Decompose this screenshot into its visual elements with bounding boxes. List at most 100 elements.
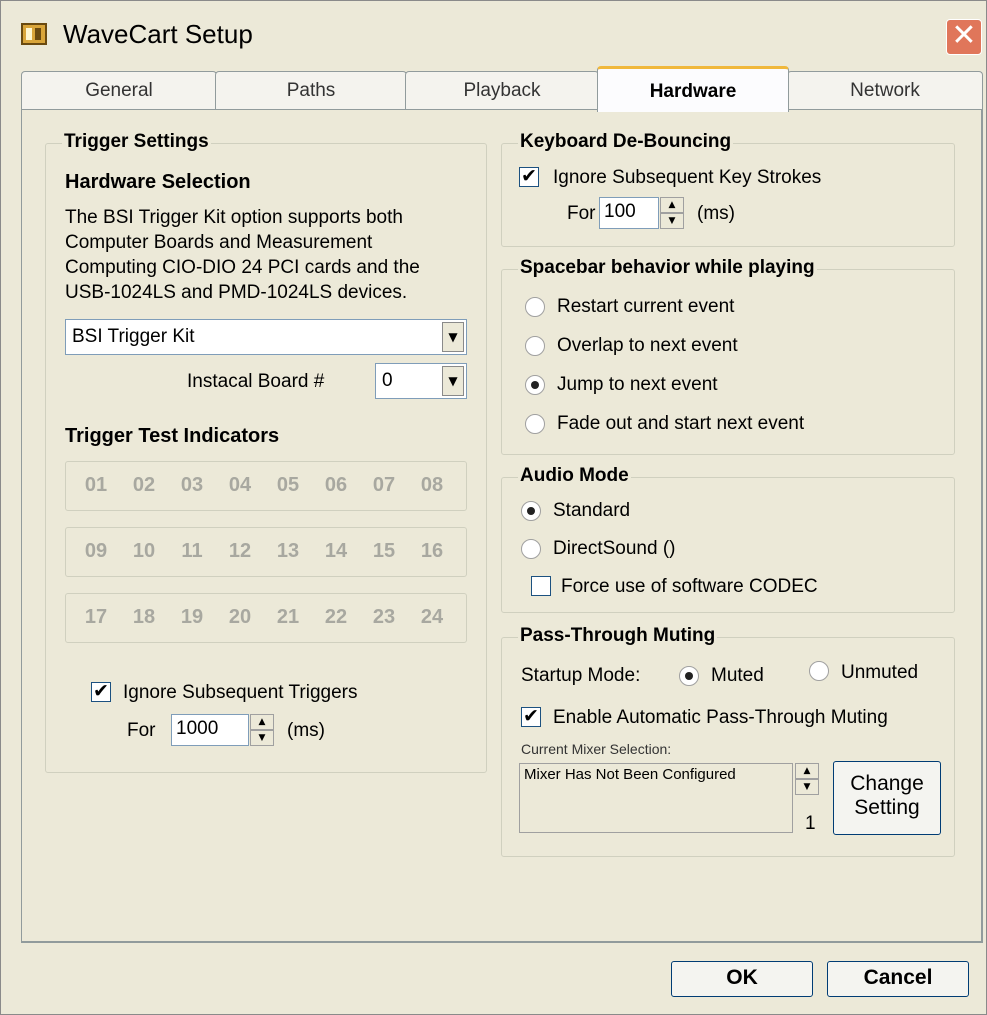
indicator-row-2: 09 10 11 12 13 14 15 16 (65, 527, 467, 577)
software-codec-label: Force use of software CODEC (561, 576, 818, 597)
window-title: WaveCart Setup (63, 19, 253, 49)
auto-muting-label: Enable Automatic Pass-Through Muting (553, 707, 888, 728)
ignore-keystrokes-label: Ignore Subsequent Key Strokes (553, 167, 822, 188)
radio-overlap-event[interactable] (525, 336, 545, 356)
board-select-value: 0 (382, 370, 393, 391)
change-setting-line1: Change (850, 772, 924, 795)
trigger-indicator: 15 (372, 540, 396, 562)
mixer-selection-field: Mixer Has Not Been Configured (519, 763, 793, 833)
auto-muting-checkbox[interactable] (521, 705, 541, 727)
app-icon (21, 23, 47, 45)
hardware-selection-heading: Hardware Selection (65, 171, 251, 193)
tab-network[interactable]: Network (787, 71, 983, 109)
trigger-indicator: 13 (276, 540, 300, 562)
trigger-indicator: 06 (324, 474, 348, 496)
trigger-settings-title: Trigger Settings (62, 131, 211, 153)
trigger-indicator: 09 (84, 540, 108, 562)
radio-muted[interactable] (679, 666, 699, 686)
hardware-select[interactable]: BSI Trigger Kit ▼ (65, 319, 467, 355)
trigger-indicator: 10 (132, 540, 156, 562)
passthrough-title: Pass-Through Muting (518, 625, 718, 647)
keystroke-duration-spinner[interactable]: ▲ ▼ (660, 197, 684, 229)
radio-restart-event[interactable] (525, 297, 545, 317)
tab-hardware[interactable]: Hardware (597, 66, 789, 112)
mixer-index: 1 (805, 813, 816, 834)
spin-down-icon[interactable]: ▼ (250, 730, 274, 746)
description-line: The BSI Trigger Kit option supports both (65, 207, 403, 228)
trigger-indicator: 04 (228, 474, 252, 496)
software-codec-checkbox[interactable] (531, 576, 551, 596)
ignore-triggers-checkbox[interactable] (91, 680, 111, 702)
cancel-button[interactable]: Cancel (827, 961, 969, 997)
keystroke-for-label: For (567, 203, 596, 224)
unmuted-label: Unmuted (841, 662, 919, 683)
trigger-indicator: 23 (372, 606, 396, 628)
trigger-indicator: 19 (180, 606, 204, 628)
debounce-group: Keyboard De-Bouncing (501, 131, 955, 247)
fade-event-label: Fade out and start next event (557, 413, 805, 434)
trigger-indicator: 11 (181, 540, 203, 562)
muted-label: Muted (711, 665, 764, 686)
change-setting-button[interactable]: Change Setting (833, 761, 941, 835)
trigger-indicator: 20 (228, 606, 252, 628)
trigger-indicator: 03 (180, 474, 204, 496)
tab-paths[interactable]: Paths (215, 71, 407, 109)
mixer-selection-label: Current Mixer Selection: (521, 741, 672, 757)
mixer-spinner[interactable]: ▲ ▼ (795, 763, 819, 795)
description-line: Computer Boards and Measurement (65, 232, 373, 253)
radio-fade-event[interactable] (525, 414, 545, 434)
restart-event-label: Restart current event (557, 296, 735, 317)
indicator-row-1: 01 02 03 04 05 06 07 08 (65, 461, 467, 511)
setup-dialog: WaveCart Setup ✕ General Paths Playback … (0, 0, 987, 1015)
spacebar-title: Spacebar behavior while playing (518, 257, 817, 279)
trigger-duration-spinner[interactable]: ▲ ▼ (250, 714, 274, 746)
chevron-down-icon[interactable]: ▼ (442, 366, 464, 396)
trigger-indicator: 05 (276, 474, 300, 496)
trigger-indicators-heading: Trigger Test Indicators (65, 425, 280, 447)
jump-event-label: Jump to next event (557, 374, 718, 395)
tab-general[interactable]: General (21, 71, 217, 109)
spin-up-icon[interactable]: ▲ (250, 714, 274, 730)
ok-button[interactable]: OK (671, 961, 813, 997)
spin-up-icon[interactable]: ▲ (795, 763, 819, 779)
close-button[interactable]: ✕ (946, 19, 982, 55)
startup-mode-label: Startup Mode: (521, 665, 641, 686)
spin-down-icon[interactable]: ▼ (795, 779, 819, 795)
standard-label: Standard (553, 500, 631, 521)
spin-down-icon[interactable]: ▼ (660, 213, 684, 229)
ignore-keystrokes-checkbox[interactable] (519, 165, 539, 187)
trigger-duration-input[interactable]: 1000 (171, 714, 249, 746)
debounce-title: Keyboard De-Bouncing (518, 131, 734, 153)
trigger-indicator: 18 (132, 606, 156, 628)
keystroke-duration-input[interactable]: 100 (599, 197, 659, 229)
radio-jump-event[interactable] (525, 375, 545, 395)
trigger-indicator: 08 (420, 474, 444, 496)
directsound-label: DirectSound () (553, 538, 676, 559)
radio-directsound[interactable] (521, 539, 541, 559)
trigger-indicator: 07 (372, 474, 396, 496)
description-line: USB-1024LS and PMD-1024LS devices. (65, 282, 408, 303)
ignore-triggers-label: Ignore Subsequent Triggers (123, 682, 358, 703)
overlap-event-label: Overlap to next event (557, 335, 738, 356)
trigger-indicator: 02 (132, 474, 156, 496)
board-select[interactable]: 0 ▼ (375, 363, 467, 399)
trigger-unit-label: (ms) (287, 720, 325, 741)
hardware-select-value: BSI Trigger Kit (72, 326, 195, 347)
tab-playback[interactable]: Playback (405, 71, 599, 109)
trigger-indicator: 14 (324, 540, 348, 562)
radio-unmuted[interactable] (809, 661, 829, 681)
trigger-indicator: 24 (420, 606, 444, 628)
change-setting-line2: Setting (854, 796, 920, 819)
trigger-indicator: 22 (324, 606, 348, 628)
chevron-down-icon[interactable]: ▼ (442, 322, 464, 352)
trigger-indicator: 01 (84, 474, 108, 496)
audio-mode-title: Audio Mode (518, 465, 631, 487)
trigger-indicator: 16 (420, 540, 444, 562)
spin-up-icon[interactable]: ▲ (660, 197, 684, 213)
description-line: Computing CIO-DIO 24 PCI cards and the (65, 257, 420, 278)
title-bar[interactable]: WaveCart Setup ✕ (1, 1, 986, 57)
radio-standard[interactable] (521, 501, 541, 521)
trigger-indicator: 17 (84, 606, 108, 628)
indicator-row-3: 17 18 19 20 21 22 23 24 (65, 593, 467, 643)
keystroke-unit-label: (ms) (697, 203, 735, 224)
